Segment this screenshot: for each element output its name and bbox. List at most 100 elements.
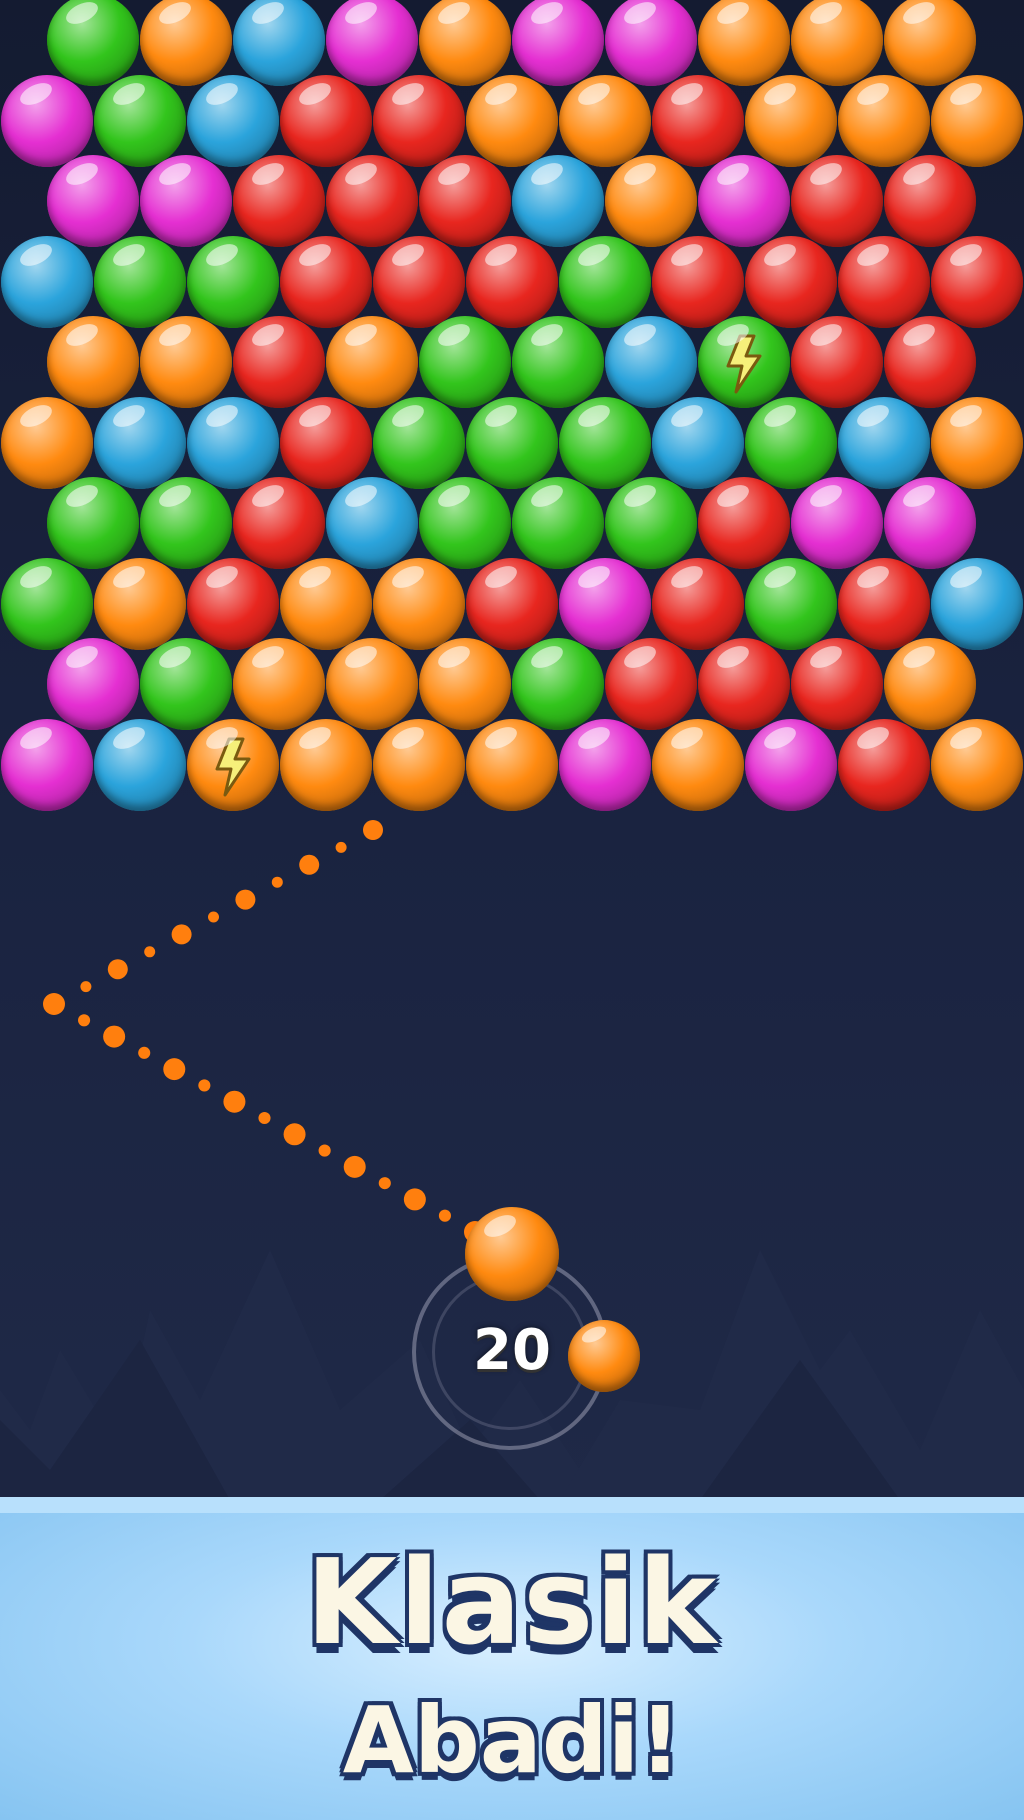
blue-bubble: [94, 396, 186, 489]
green-bubble: [512, 638, 604, 730]
red-bubble: [419, 155, 511, 247]
aim-dot: [44, 994, 64, 1014]
red-bubble: [233, 155, 325, 247]
red-bubble: [698, 638, 790, 730]
magenta-bubble: [140, 155, 232, 247]
green-bubble: [745, 396, 837, 489]
orange-bubble: [652, 718, 744, 811]
banner-title-line1: Klasik: [305, 1533, 719, 1671]
bubble-grid: [0, 0, 1024, 820]
green-bubble: [94, 235, 186, 328]
magenta-bubble: [884, 477, 976, 569]
blue-bubble: [187, 74, 279, 167]
red-bubble: [605, 638, 697, 730]
red-bubble: [652, 74, 744, 167]
orange-bubble: [140, 0, 232, 86]
red-bubble: [233, 477, 325, 569]
red-bubble: [280, 235, 372, 328]
banner-title-line2: Abadi!: [342, 1687, 682, 1794]
green-bubble: [373, 396, 465, 489]
aim-dot: [78, 1014, 91, 1027]
orange-bubble: [419, 0, 511, 86]
orange-bubble: [605, 155, 697, 247]
green-bubble: [745, 557, 837, 650]
orange-bubble: [698, 0, 790, 86]
red-bubble: [326, 155, 418, 247]
magenta-bubble: [47, 155, 139, 247]
aim-dot: [403, 1188, 426, 1211]
lightning-bolt-icon: [726, 334, 762, 394]
aim-trajectory: [43, 820, 486, 1243]
game-area[interactable]: 20: [0, 0, 1024, 1497]
red-bubble: [838, 718, 930, 811]
red-bubble: [791, 638, 883, 730]
green-bubble: [419, 316, 511, 408]
magenta-bubble: [1, 718, 93, 811]
aim-dot: [299, 854, 320, 875]
aim-dot: [363, 820, 383, 840]
magenta-bubble: [791, 477, 883, 569]
aim-dot: [208, 911, 219, 923]
blue-bubble: [187, 396, 279, 489]
magenta-bubble: [326, 0, 418, 86]
red-bubble: [187, 557, 279, 650]
current-ball[interactable]: [465, 1207, 559, 1301]
magenta-bubble: [559, 718, 651, 811]
green-bubble: [187, 235, 279, 328]
orange-bubble: [373, 718, 465, 811]
orange-bubble: [419, 638, 511, 730]
blue-bubble: [1, 235, 93, 328]
red-bubble: [373, 235, 465, 328]
orange-bubble: [140, 316, 232, 408]
blue-bubble: [233, 0, 325, 86]
orange-bubble: [931, 718, 1023, 811]
banner-top-stripe: [0, 1497, 1024, 1513]
orange-bubble: [47, 316, 139, 408]
orange-bubble: [280, 557, 372, 650]
aim-dot: [318, 1144, 331, 1157]
next-ball[interactable]: [568, 1320, 640, 1392]
blue-bubble: [512, 155, 604, 247]
magenta-bubble: [559, 557, 651, 650]
orange-bubble: [326, 638, 418, 730]
orange-bubble: [884, 638, 976, 730]
red-bubble: [838, 235, 930, 328]
aim-dot: [235, 889, 256, 910]
magenta-bubble: [47, 638, 139, 730]
green-bubble: [605, 477, 697, 569]
blue-bubble: [931, 557, 1023, 650]
red-bubble: [745, 235, 837, 328]
orange-bubble: [559, 74, 651, 167]
red-bubble: [280, 74, 372, 167]
aim-dot: [283, 1123, 306, 1146]
orange-bubble: [466, 74, 558, 167]
magenta-bubble: [745, 718, 837, 811]
orange-bubble: [931, 74, 1023, 167]
orange-bubble: [373, 557, 465, 650]
aim-dot: [138, 1046, 151, 1059]
magenta-bubble: [605, 0, 697, 86]
red-bubble: [652, 557, 744, 650]
magenta-bubble: [1, 74, 93, 167]
blue-bubble: [605, 316, 697, 408]
aim-dot: [163, 1058, 186, 1081]
orange-bubble: [884, 0, 976, 86]
aim-dot: [144, 946, 156, 958]
aim-dot: [171, 924, 192, 945]
shots-remaining-counter: 20: [473, 1318, 551, 1383]
green-bubble: [512, 316, 604, 408]
green-bubble: [47, 0, 139, 86]
red-bubble: [791, 316, 883, 408]
red-bubble: [466, 235, 558, 328]
green-lightning-bubble: [698, 316, 790, 408]
green-bubble: [140, 638, 232, 730]
green-bubble: [1, 557, 93, 650]
orange-bubble: [94, 557, 186, 650]
aim-dot: [335, 841, 347, 853]
orange-bubble: [326, 316, 418, 408]
red-bubble: [931, 235, 1023, 328]
orange-bubble: [745, 74, 837, 167]
red-bubble: [466, 557, 558, 650]
green-bubble: [94, 74, 186, 167]
orange-bubble: [931, 396, 1023, 489]
